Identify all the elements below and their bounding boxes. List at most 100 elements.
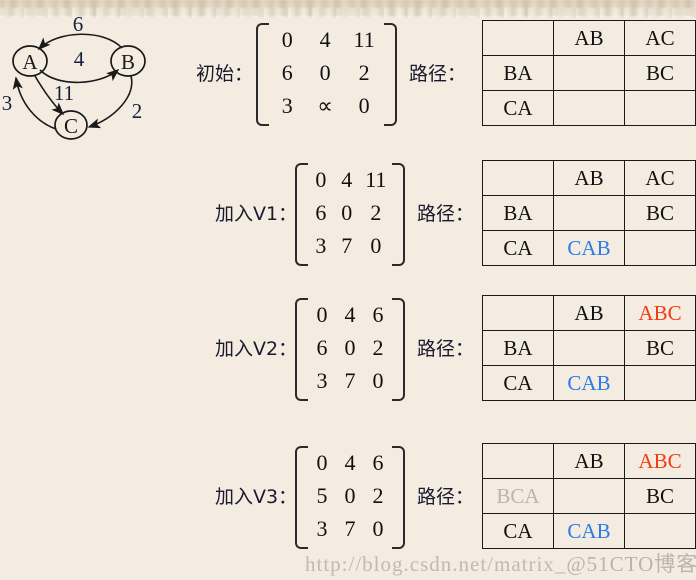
matrix-v3: 0 4 6 5 0 2 3 7 0 xyxy=(295,446,405,549)
matrix-bracket-left xyxy=(295,163,308,266)
matrix-cell: 7 xyxy=(344,368,356,393)
step-row-v3: 加入V3： 0 4 6 5 0 2 3 7 0 路径： AB ABC BCA B… xyxy=(0,442,696,549)
table-row: AB ABC xyxy=(482,442,696,479)
table-row: AB AC xyxy=(482,159,696,196)
path-cell xyxy=(624,89,696,126)
matrix-v1: 0 4 11 6 0 2 3 7 0 xyxy=(295,163,405,266)
watermark: http://blog.csdn.net/matrix_@51CTO博客 xyxy=(305,548,696,578)
path-cell: CA xyxy=(482,229,554,266)
path-cell: CAB xyxy=(553,364,625,401)
matrix-cell: 0 xyxy=(316,450,328,475)
matrix-cell: 6 xyxy=(315,200,327,225)
path-cell: BC xyxy=(624,329,696,366)
matrix-cell: 2 xyxy=(372,335,384,360)
matrix-cell: 6 xyxy=(372,302,384,327)
matrix-bracket-right xyxy=(383,23,397,126)
path-cell: CA xyxy=(482,89,554,126)
matrix-cell: 4 xyxy=(344,302,356,327)
table-row: BA BC xyxy=(482,54,696,91)
matrix-initial: 0 4 11 6 0 2 3 ∝ 0 xyxy=(255,23,397,126)
path-cell xyxy=(553,54,625,91)
path-cell: BC xyxy=(624,54,696,91)
step-label-v3: 加入V3： xyxy=(215,486,298,508)
path-cell xyxy=(553,477,625,514)
path-cell xyxy=(482,442,554,479)
matrix-cell: 4 xyxy=(341,167,353,192)
path-label-v2: 路径： xyxy=(416,338,474,360)
matrix-cell: 0 xyxy=(316,302,328,327)
matrix-row: 6 0 2 xyxy=(308,196,392,229)
matrix-row: 0 4 6 xyxy=(308,298,392,331)
matrix-cell: 6 xyxy=(281,60,293,85)
screenshot-canvas: A B C 6 4 11 3 2 初始： 0 4 11 6 0 2 3 ∝ 0 … xyxy=(0,0,696,580)
matrix-row: 6 0 2 xyxy=(269,56,384,89)
matrix-cell: 3 xyxy=(281,93,293,118)
matrix-cell: 2 xyxy=(358,60,370,85)
matrix-row: 3 7 0 xyxy=(308,364,392,397)
path-label-v1: 路径： xyxy=(416,203,474,225)
step-label-v1: 加入V1： xyxy=(215,203,298,225)
path-table-v1: AB AC BA BC CA CAB xyxy=(482,159,696,266)
path-cell: AB xyxy=(553,442,625,479)
step-label-initial: 初始： xyxy=(196,63,254,85)
table-row: BCA BC xyxy=(482,477,696,514)
matrix-cell: 11 xyxy=(365,167,387,192)
matrix-row: 5 0 2 xyxy=(308,479,392,512)
path-cell: AC xyxy=(624,159,696,196)
path-cell xyxy=(482,19,554,56)
path-cell: CAB xyxy=(553,229,625,266)
matrix-bracket-right xyxy=(391,446,405,549)
table-row: BA BC xyxy=(482,194,696,231)
path-cell: AB xyxy=(553,159,625,196)
path-cell: ABC xyxy=(624,294,696,331)
path-cell xyxy=(624,229,696,266)
path-table-v2: AB ABC BA BC CA CAB xyxy=(482,294,696,401)
path-cell: CA xyxy=(482,364,554,401)
path-cell: AC xyxy=(624,19,696,56)
step-row-v2: 加入V2： 0 4 6 6 0 2 3 7 0 路径： AB ABC BA BC… xyxy=(0,294,696,401)
table-row: CA CAB xyxy=(482,229,696,266)
path-cell: BA xyxy=(482,194,554,231)
matrix-row: 0 4 6 xyxy=(308,446,392,479)
step-row-initial: 初始： 0 4 11 6 0 2 3 ∝ 0 路径： AB AC BA BC C… xyxy=(0,19,696,126)
matrix-bracket-left xyxy=(295,298,308,401)
path-cell xyxy=(624,364,696,401)
matrix-cell: 0 xyxy=(344,483,356,508)
table-row: AB ABC xyxy=(482,294,696,331)
matrix-table: 0 4 6 5 0 2 3 7 0 xyxy=(308,446,392,545)
table-row: CA CAB xyxy=(482,512,696,549)
matrix-cell: 6 xyxy=(372,450,384,475)
matrix-cell: 0 xyxy=(344,335,356,360)
matrix-row: 0 4 11 xyxy=(308,163,392,196)
path-cell: AB xyxy=(553,19,625,56)
step-label-v2: 加入V2： xyxy=(215,338,298,360)
matrix-cell: 2 xyxy=(370,200,382,225)
path-cell: BA xyxy=(482,54,554,91)
path-cell xyxy=(482,159,554,196)
matrix-cell: 3 xyxy=(316,368,328,393)
matrix-cell: 0 xyxy=(319,60,331,85)
matrix-cell: 11 xyxy=(353,27,375,52)
path-cell xyxy=(553,194,625,231)
watermark-site: @51CTO博客 xyxy=(566,552,696,576)
table-row: AB AC xyxy=(482,19,696,56)
matrix-cell: 0 xyxy=(281,27,293,52)
matrix-cell: 0 xyxy=(370,233,382,258)
table-row: CA CAB xyxy=(482,364,696,401)
matrix-cell: 0 xyxy=(341,200,353,225)
matrix-row: 6 0 2 xyxy=(308,331,392,364)
matrix-row: 3 ∝ 0 xyxy=(269,89,384,122)
matrix-row: 3 7 0 xyxy=(308,229,392,262)
matrix-v2: 0 4 6 6 0 2 3 7 0 xyxy=(295,298,405,401)
matrix-cell: 2 xyxy=(372,483,384,508)
matrix-cell: 3 xyxy=(316,516,328,541)
path-cell: BC xyxy=(624,194,696,231)
path-cell xyxy=(482,294,554,331)
matrix-cell: 0 xyxy=(372,516,384,541)
matrix-table: 0 4 11 6 0 2 3 7 0 xyxy=(308,163,392,262)
watermark-url: http://blog.csdn.net/matrix_ xyxy=(305,552,567,576)
path-label-v3: 路径： xyxy=(416,486,474,508)
matrix-cell: 7 xyxy=(341,233,353,258)
path-cell xyxy=(553,329,625,366)
table-row: BA BC xyxy=(482,329,696,366)
